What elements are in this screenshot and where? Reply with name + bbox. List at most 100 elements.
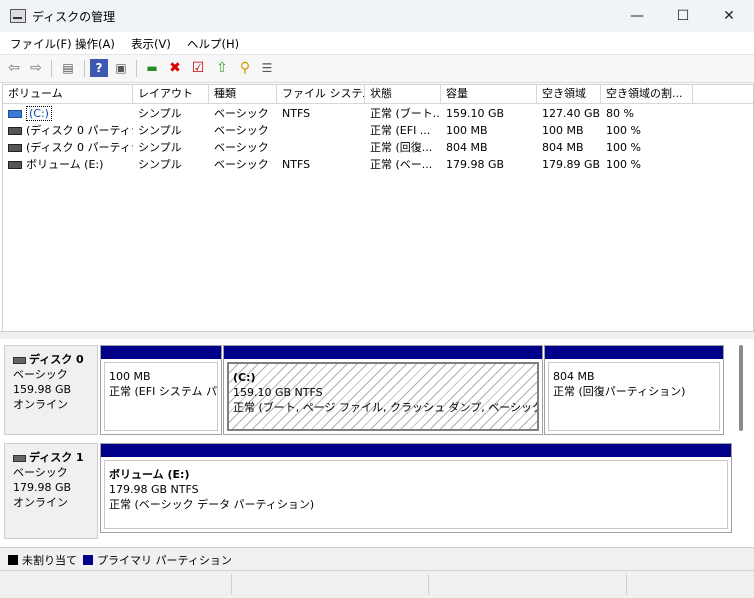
- partition-content: ボリューム (E:) 179.98 GB NTFS 正常 (ベーシック データ …: [104, 460, 728, 529]
- column-header-free-percent[interactable]: 空き領域の割...: [601, 85, 693, 103]
- volume-name-cell: (C:): [3, 105, 133, 122]
- volume-icon: [8, 161, 22, 169]
- volume-list-header: ボリューム レイアウト 種類 ファイル システム 状態 容量 空き領域 空き領域…: [3, 85, 753, 104]
- legend: 未割り当て プライマリ パーティション: [0, 547, 754, 570]
- type-cell: ベーシック: [214, 158, 269, 171]
- column-header-status[interactable]: 状態: [365, 85, 441, 103]
- menu-bar: ファイル(F) 操作(A) 表示(V) ヘルプ(H): [0, 32, 754, 54]
- column-header-layout[interactable]: レイアウト: [133, 85, 209, 103]
- legend-swatch-primary: [83, 555, 93, 565]
- partition-size: 179.98 GB NTFS: [109, 483, 199, 496]
- volume-list: ボリューム レイアウト 種類 ファイル システム 状態 容量 空き領域 空き領域…: [2, 84, 754, 332]
- disk-0-title: ディスク 0: [29, 353, 84, 366]
- disk-0-state: オンライン: [13, 398, 68, 411]
- partition-size: 804 MB: [553, 370, 595, 383]
- partition-content-selected: (C:) 159.10 GB NTFS 正常 (ブート, ページ ファイル, ク…: [227, 362, 539, 431]
- partition-content: 804 MB 正常 (回復パーティション): [548, 362, 720, 431]
- partition-c[interactable]: (C:) 159.10 GB NTFS 正常 (ブート, ページ ファイル, ク…: [223, 345, 543, 435]
- free-space-cell: 179.89 GB: [542, 158, 601, 171]
- layout-cell: シンプル: [138, 124, 182, 137]
- status-cell: 正常 (回復...: [370, 141, 433, 154]
- legend-primary-partition: プライマリ パーティション: [83, 552, 232, 568]
- partition-status: 正常 (EFI システム パー: [109, 385, 218, 398]
- minimize-button[interactable]: —: [614, 0, 660, 32]
- column-header-volume[interactable]: ボリューム: [3, 85, 133, 103]
- toolbar-separator: [136, 60, 137, 77]
- capacity-cell: 159.10 GB: [446, 107, 505, 120]
- column-header-filesystem[interactable]: ファイル システム: [277, 85, 365, 103]
- title-bar: ディスクの管理 — ☐ ✕: [0, 0, 754, 33]
- help-icon[interactable]: ?: [90, 59, 108, 77]
- free-space-cell: 100 MB: [542, 124, 584, 137]
- show-hide-console-tree-icon[interactable]: ▤: [59, 59, 77, 77]
- partition-recovery[interactable]: 804 MB 正常 (回復パーティション): [544, 345, 724, 435]
- properties-icon[interactable]: ▣: [112, 59, 130, 77]
- up-folder-icon[interactable]: ⇧: [213, 59, 231, 77]
- toolbar: ⇦ ⇨ ▤ ? ▣ ▬ ✖ ☑ ⇧ ⚲ ☰: [0, 54, 754, 83]
- filesystem-cell: [277, 122, 365, 139]
- column-header-type[interactable]: 種類: [209, 85, 277, 103]
- free-percent-cell: 100 %: [606, 124, 641, 137]
- volume-icon: [8, 110, 22, 118]
- free-space-cell: 127.40 GB: [542, 107, 601, 120]
- menu-help[interactable]: ヘルプ(H): [187, 36, 239, 52]
- disk-1-state: オンライン: [13, 496, 68, 509]
- filesystem-cell: NTFS: [282, 158, 311, 171]
- table-row[interactable]: (C:) シンプル ベーシック NTFS 正常 (ブート... 159.10 G…: [3, 105, 753, 122]
- check-icon[interactable]: ☑: [189, 59, 207, 77]
- partition-status: 正常 (ベーシック データ パーティション): [109, 498, 315, 511]
- primary-partition-bar: [545, 346, 723, 359]
- disk-1-title: ディスク 1: [29, 451, 84, 464]
- layout-cell: シンプル: [138, 107, 182, 120]
- disk-0-size: 159.98 GB: [13, 383, 72, 396]
- free-percent-cell: 100 %: [606, 158, 641, 171]
- back-icon[interactable]: ⇦: [5, 59, 23, 77]
- filesystem-cell: NTFS: [282, 107, 311, 120]
- graph-scrollbar[interactable]: [739, 345, 743, 431]
- partition-name: ボリューム (E:): [109, 468, 190, 481]
- table-row[interactable]: (ディスク 0 パーティシ... シンプル ベーシック 正常 (EFI ... …: [3, 122, 753, 139]
- connect-drive-icon[interactable]: ▬: [143, 59, 161, 77]
- partition-name: (C:): [233, 371, 256, 384]
- table-row[interactable]: ボリューム (E:) シンプル ベーシック NTFS 正常 (ベー... 179…: [3, 156, 753, 173]
- partition-size: 100 MB: [109, 370, 151, 383]
- capacity-cell: 804 MB: [446, 141, 488, 154]
- capacity-cell: 179.98 GB: [446, 158, 505, 171]
- partition-content: 100 MB 正常 (EFI システム パー: [104, 362, 218, 431]
- table-row[interactable]: (ディスク 0 パーティシ... シンプル ベーシック 正常 (回復... 80…: [3, 139, 753, 156]
- type-cell: ベーシック: [214, 107, 269, 120]
- forward-icon[interactable]: ⇨: [27, 59, 45, 77]
- status-bar: [0, 570, 754, 598]
- column-header-free-space[interactable]: 空き領域: [537, 85, 601, 103]
- status-cell: 正常 (EFI ...: [370, 124, 431, 137]
- disk-0-label[interactable]: ディスク 0 ベーシック 159.98 GB オンライン: [4, 345, 98, 435]
- volume-name-cell: ボリューム (E:): [3, 156, 133, 173]
- disk-1-size: 179.98 GB: [13, 481, 72, 494]
- layout-cell: シンプル: [138, 141, 182, 154]
- partition-status: 正常 (回復パーティション): [553, 385, 686, 398]
- disk-1-label[interactable]: ディスク 1 ベーシック 179.98 GB オンライン: [4, 443, 98, 539]
- menu-view[interactable]: 表示(V): [131, 36, 171, 52]
- status-cell: 正常 (ブート...: [370, 107, 441, 120]
- menu-action[interactable]: 操作(A): [75, 36, 115, 52]
- disk-0-type: ベーシック: [13, 368, 68, 381]
- column-header-capacity[interactable]: 容量: [441, 85, 537, 103]
- type-cell: ベーシック: [214, 124, 269, 137]
- menu-file[interactable]: ファイル(F): [10, 36, 72, 52]
- partition-status: 正常 (ブート, ページ ファイル, クラッシュ ダンプ, ベーシック データ …: [233, 401, 539, 414]
- close-button[interactable]: ✕: [706, 0, 752, 32]
- volume-name-cell: (ディスク 0 パーティシ...: [3, 122, 133, 139]
- volume-name-cell: (ディスク 0 パーティシ...: [3, 139, 133, 156]
- status-cell: 正常 (ベー...: [370, 158, 433, 171]
- delete-icon[interactable]: ✖: [166, 59, 184, 77]
- partition-efi[interactable]: 100 MB 正常 (EFI システム パー: [100, 345, 222, 435]
- legend-swatch-unallocated: [8, 555, 18, 565]
- search-icon[interactable]: ⚲: [236, 59, 254, 77]
- free-percent-cell: 100 %: [606, 141, 641, 154]
- settings-list-icon[interactable]: ☰: [258, 59, 276, 77]
- status-bar-divider: [428, 574, 429, 595]
- maximize-button[interactable]: ☐: [660, 0, 706, 32]
- primary-partition-bar: [101, 346, 221, 359]
- partition-e[interactable]: ボリューム (E:) 179.98 GB NTFS 正常 (ベーシック データ …: [100, 443, 732, 533]
- volume-icon: [8, 144, 22, 152]
